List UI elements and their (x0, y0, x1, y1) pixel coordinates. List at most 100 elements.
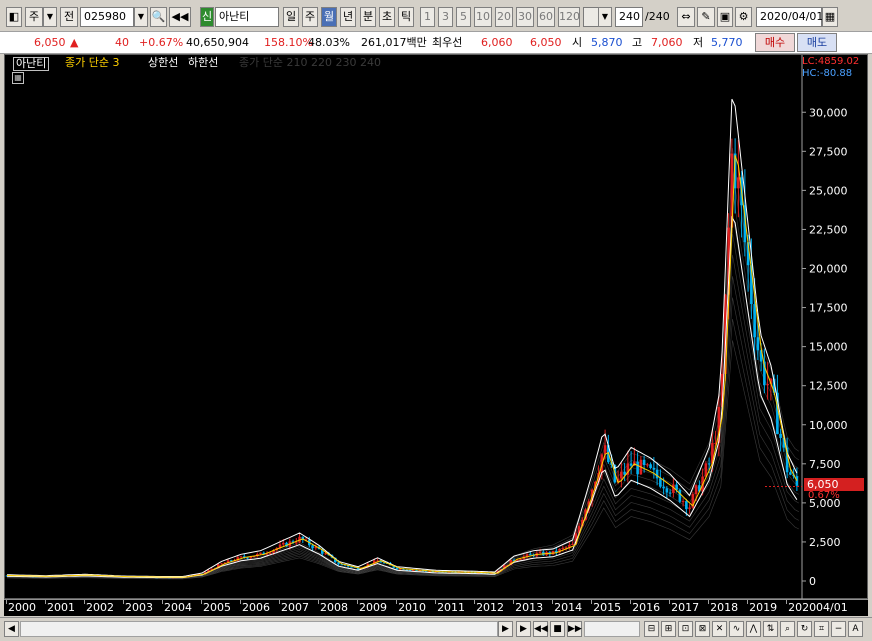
market-dropdown-icon[interactable]: ▼ (43, 7, 57, 27)
interval-60-button[interactable]: 60 (537, 7, 555, 27)
scroll-track[interactable] (20, 621, 498, 637)
interval-120-button[interactable]: 120 (558, 7, 580, 27)
indicator-icon[interactable]: ⋀ (746, 621, 761, 637)
font-icon[interactable]: A (848, 621, 863, 637)
legend-stock-name[interactable]: 아난티 (13, 57, 50, 71)
candle-body (561, 547, 565, 549)
candle-body (659, 478, 662, 487)
zoom-in-icon[interactable]: ⊞ (661, 621, 676, 637)
y-tick-label: 25,000 (809, 184, 848, 197)
x-tick (669, 600, 671, 604)
grid-icon[interactable]: ▦ (12, 72, 24, 84)
x-tick (786, 600, 788, 604)
candle-body (662, 486, 665, 489)
calendar-icon[interactable]: ▦ (822, 7, 838, 27)
ma3-line (7, 155, 798, 578)
legend-ma[interactable]: 종가 단순 3 (65, 57, 119, 69)
y-tick-label: 27,500 (809, 145, 848, 158)
stock-code-input[interactable]: 025980 (80, 7, 134, 27)
speaker-icon[interactable]: ◀◀ (169, 7, 191, 27)
legend-upper-band[interactable]: 상한선 (148, 57, 178, 69)
save-icon[interactable]: ▣ (717, 7, 733, 27)
candle-body (220, 563, 223, 565)
stop-icon[interactable]: ■ (550, 621, 565, 637)
period-month-button[interactable]: 월 (321, 7, 337, 27)
interval-5-button[interactable]: 5 (456, 7, 471, 27)
crosshair-icon[interactable]: ✕ (712, 621, 727, 637)
legend-ma-long[interactable]: 종가 단순 210 220 230 240 (239, 57, 381, 69)
candle-body (259, 552, 262, 554)
y-tick-label: 22,500 (809, 223, 848, 236)
candle-body (779, 433, 782, 438)
best-quote-label: 최우선 (432, 36, 463, 49)
buy-button[interactable]: 매수 (755, 33, 795, 52)
x-tick (513, 600, 515, 604)
sell-button[interactable]: 매도 (797, 33, 837, 52)
fast-forward-icon[interactable]: ▶▶ (567, 621, 582, 637)
print-icon[interactable]: ⊠ (695, 621, 710, 637)
y-tick-label: 15,000 (809, 341, 848, 354)
play-icon[interactable]: ▶ (516, 621, 531, 637)
interval-1-button[interactable]: 1 (420, 7, 435, 27)
magnify-icon[interactable]: ⌕ (780, 621, 795, 637)
date-input[interactable]: 2020/04/01 (756, 7, 823, 27)
window-menu-icon[interactable]: ◧ (6, 7, 22, 27)
open-price: 5,870 (591, 36, 623, 49)
period-tick-button[interactable]: 틱 (398, 7, 414, 27)
stock-name-field[interactable]: 아난티 (215, 7, 279, 27)
interval-10-button[interactable]: 10 (474, 7, 492, 27)
search-icon[interactable]: 🔍 (150, 7, 167, 27)
interval-20-button[interactable]: 20 (495, 7, 513, 27)
candle-body (603, 445, 607, 455)
x-tick (162, 600, 164, 604)
price-chart[interactable]: 30,000 27,500 25,000 22,500 20,000 17,500 15,0… (4, 54, 868, 600)
period-year-button[interactable]: 년 (340, 7, 356, 27)
chart-scrollbar: ◀ ▶ ▶ ◀◀ ■ ▶▶ ⊟ ⊞ ⊡ ⊠ ✕ ∿ ⋀ ⇅ ⌕ ↻ ⌗ − A (0, 617, 872, 641)
candle-body (753, 304, 756, 338)
period-minute-button[interactable]: 분 (360, 7, 376, 27)
scroll-left-icon[interactable]: ◀ (4, 621, 19, 637)
period-day-button[interactable]: 일 (283, 7, 299, 27)
low-label: 저 (693, 36, 704, 49)
low-price: 5,770 (711, 36, 743, 49)
chart-type-icon[interactable]: ⌗ (814, 621, 829, 637)
fit-icon[interactable]: ⊡ (678, 621, 693, 637)
chart-settings-icon[interactable]: ⇔ (677, 7, 695, 27)
code-dropdown-icon[interactable]: ▼ (134, 7, 148, 27)
zoom-icon[interactable]: ✎ (697, 7, 715, 27)
compare-icon[interactable]: ⇅ (763, 621, 778, 637)
lower-band-line (6, 215, 798, 579)
x-tick (591, 600, 593, 604)
period-second-button[interactable]: 초 (379, 7, 395, 27)
interval-30-button[interactable]: 30 (516, 7, 534, 27)
count-input[interactable]: 240 (615, 7, 643, 27)
x-tick-label: 2003 (125, 601, 154, 614)
rewind-icon[interactable]: ◀◀ (533, 621, 548, 637)
candle-body (685, 501, 688, 510)
legend-lower-band[interactable]: 하한선 (188, 57, 218, 69)
candle-body (311, 545, 314, 549)
x-tick (84, 600, 85, 604)
long-ma-line (7, 212, 799, 579)
market-select[interactable]: 주 (25, 7, 43, 27)
long-ma-line (6, 233, 799, 579)
interval-dropdown-icon[interactable]: ▼ (598, 7, 612, 27)
x-tick (318, 600, 320, 604)
volume: 40,650,904 (186, 36, 249, 49)
period-week-button[interactable]: 주 (302, 7, 318, 27)
interval-3-button[interactable]: 3 (438, 7, 453, 27)
trend-icon[interactable]: ∿ (729, 621, 744, 637)
speed-slider[interactable] (584, 621, 640, 637)
x-tick (474, 600, 476, 604)
gear-icon[interactable]: ⚙ (735, 7, 752, 27)
scroll-right-icon[interactable]: ▶ (498, 621, 513, 637)
x-tick-label: 2018 (710, 601, 739, 614)
high-price: 7,060 (651, 36, 683, 49)
hc-indicator: HC:-80.88 (802, 68, 853, 79)
zoom-out-icon[interactable]: ⊟ (644, 621, 659, 637)
jeon-button[interactable]: 전 (60, 7, 78, 27)
candle-body (324, 553, 327, 555)
candle-body (694, 485, 698, 495)
refresh-icon[interactable]: ↻ (797, 621, 812, 637)
collapse-icon[interactable]: − (831, 621, 846, 637)
